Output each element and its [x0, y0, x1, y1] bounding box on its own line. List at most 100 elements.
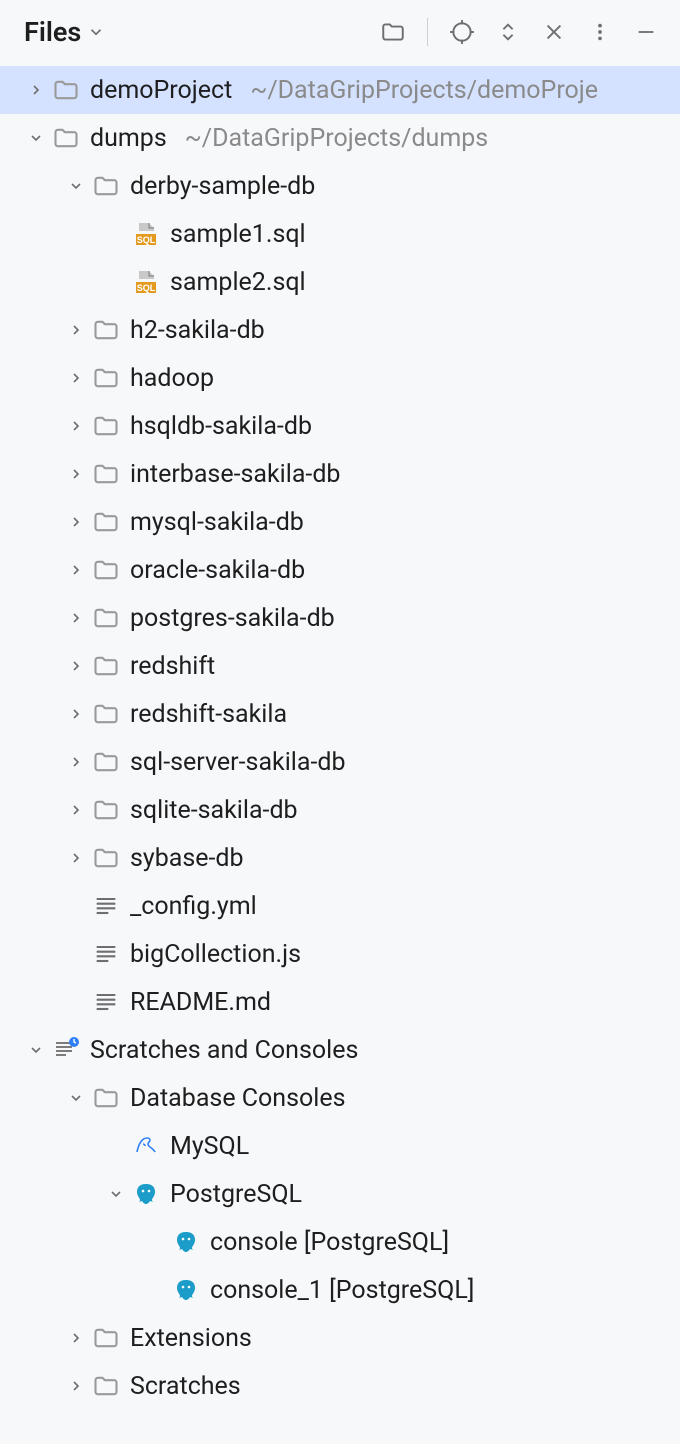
- chevron-right-icon[interactable]: [64, 798, 88, 822]
- chevron-right-icon[interactable]: [64, 750, 88, 774]
- tree-node-label: sample2.sql: [170, 268, 306, 297]
- folder-icon: [92, 316, 120, 344]
- tree-row[interactable]: PostgreSQL: [0, 1170, 680, 1218]
- tree-row[interactable]: console [PostgreSQL]: [0, 1218, 680, 1266]
- tree-node-label: console_1 [PostgreSQL]: [210, 1276, 474, 1305]
- tree-row[interactable]: Scratches and Consoles: [0, 1026, 680, 1074]
- folder-icon: [92, 364, 120, 392]
- folder-icon: [52, 76, 80, 104]
- tree-row[interactable]: Database Consoles: [0, 1074, 680, 1122]
- chevron-right-icon[interactable]: [64, 1374, 88, 1398]
- file-icon: [92, 988, 120, 1016]
- tree-row[interactable]: redshift-sakila: [0, 690, 680, 738]
- close-button[interactable]: [540, 18, 568, 46]
- folder-icon: [92, 652, 120, 680]
- folder-icon: [92, 508, 120, 536]
- chevron-down-icon[interactable]: [64, 1086, 88, 1110]
- tree-node-label: console [PostgreSQL]: [210, 1228, 449, 1257]
- chevron-right-icon[interactable]: [64, 318, 88, 342]
- chevron-right-icon[interactable]: [64, 1326, 88, 1350]
- expand-collapse-button[interactable]: [494, 18, 522, 46]
- tree-node-label: Scratches: [130, 1372, 241, 1401]
- folder-icon: [92, 556, 120, 584]
- tree-row[interactable]: sybase-db: [0, 834, 680, 882]
- target-button[interactable]: [448, 18, 476, 46]
- panel-title-dropdown[interactable]: Files: [24, 16, 105, 48]
- chevron-right-icon[interactable]: [64, 510, 88, 534]
- postgres-icon: [172, 1276, 200, 1304]
- tree-row[interactable]: README.md: [0, 978, 680, 1026]
- folder-icon: [52, 124, 80, 152]
- tree-node-label: interbase-sakila-db: [130, 460, 340, 489]
- minimize-button[interactable]: [632, 18, 660, 46]
- tree-row[interactable]: hadoop: [0, 354, 680, 402]
- chevron-right-icon[interactable]: [64, 366, 88, 390]
- tree-node-label: PostgreSQL: [170, 1180, 302, 1209]
- chevron-down-icon[interactable]: [24, 126, 48, 150]
- chevron-right-icon[interactable]: [64, 462, 88, 486]
- open-folder-button[interactable]: [379, 18, 407, 46]
- tree-row[interactable]: redshift: [0, 642, 680, 690]
- tree-row[interactable]: MySQL: [0, 1122, 680, 1170]
- folder-icon: [92, 1324, 120, 1352]
- tree-row[interactable]: bigCollection.js: [0, 930, 680, 978]
- chevron-right-icon[interactable]: [64, 702, 88, 726]
- chevron-right-icon[interactable]: [64, 606, 88, 630]
- chevron-right-icon[interactable]: [64, 558, 88, 582]
- tree-row[interactable]: SQL sample2.sql: [0, 258, 680, 306]
- panel-title: Files: [24, 16, 81, 48]
- tree-node-label: hadoop: [130, 364, 214, 393]
- tree-row[interactable]: mysql-sakila-db: [0, 498, 680, 546]
- tree-node-label: derby-sample-db: [130, 172, 315, 201]
- folder-icon: [92, 172, 120, 200]
- tree-row[interactable]: demoProject~/DataGripProjects/demoProje: [0, 66, 680, 114]
- close-icon: [543, 21, 565, 43]
- scratches-icon: [52, 1036, 80, 1064]
- tree-row[interactable]: hsqldb-sakila-db: [0, 402, 680, 450]
- folder-icon: [92, 700, 120, 728]
- crosshair-icon: [449, 19, 475, 45]
- tree-node-label: redshift: [130, 652, 215, 681]
- file-icon: [92, 892, 120, 920]
- tree-row[interactable]: Scratches: [0, 1362, 680, 1410]
- chevron-right-icon[interactable]: [24, 78, 48, 102]
- folder-icon: [92, 1372, 120, 1400]
- chevron-down-icon[interactable]: [104, 1182, 128, 1206]
- more-button[interactable]: [586, 18, 614, 46]
- tree-node-label: MySQL: [170, 1132, 249, 1161]
- sql-icon: SQL: [132, 220, 160, 248]
- file-icon: [92, 940, 120, 968]
- kebab-icon: [589, 21, 611, 43]
- tree-row[interactable]: sql-server-sakila-db: [0, 738, 680, 786]
- folder-icon: [92, 796, 120, 824]
- chevron-right-icon[interactable]: [64, 414, 88, 438]
- tree-row[interactable]: postgres-sakila-db: [0, 594, 680, 642]
- chevron-right-icon[interactable]: [64, 846, 88, 870]
- chevron-down-icon[interactable]: [24, 1038, 48, 1062]
- postgres-icon: [172, 1228, 200, 1256]
- tree-node-label: mysql-sakila-db: [130, 508, 304, 537]
- tree-row[interactable]: derby-sample-db: [0, 162, 680, 210]
- tree-node-label: oracle-sakila-db: [130, 556, 305, 585]
- tree-row[interactable]: console_1 [PostgreSQL]: [0, 1266, 680, 1314]
- tree-node-path: ~/DataGripProjects/dumps: [185, 124, 488, 153]
- folder-icon: [92, 1084, 120, 1112]
- folder-icon: [92, 604, 120, 632]
- chevron-down-icon[interactable]: [64, 174, 88, 198]
- tree-node-label: bigCollection.js: [130, 940, 301, 969]
- tree-row[interactable]: _config.yml: [0, 882, 680, 930]
- tree-node-label: Scratches and Consoles: [90, 1036, 358, 1065]
- chevron-right-icon[interactable]: [64, 654, 88, 678]
- tree-row[interactable]: interbase-sakila-db: [0, 450, 680, 498]
- tree-row[interactable]: Extensions: [0, 1314, 680, 1362]
- tree-row[interactable]: h2-sakila-db: [0, 306, 680, 354]
- file-tree[interactable]: demoProject~/DataGripProjects/demoProjed…: [0, 60, 680, 1444]
- tree-node-label: redshift-sakila: [130, 700, 287, 729]
- postgres-icon: [132, 1180, 160, 1208]
- mysql-icon: [132, 1132, 160, 1160]
- svg-text:SQL: SQL: [137, 283, 156, 293]
- tree-row[interactable]: dumps~/DataGripProjects/dumps: [0, 114, 680, 162]
- tree-row[interactable]: sqlite-sakila-db: [0, 786, 680, 834]
- tree-row[interactable]: SQLsample1.sql: [0, 210, 680, 258]
- tree-row[interactable]: oracle-sakila-db: [0, 546, 680, 594]
